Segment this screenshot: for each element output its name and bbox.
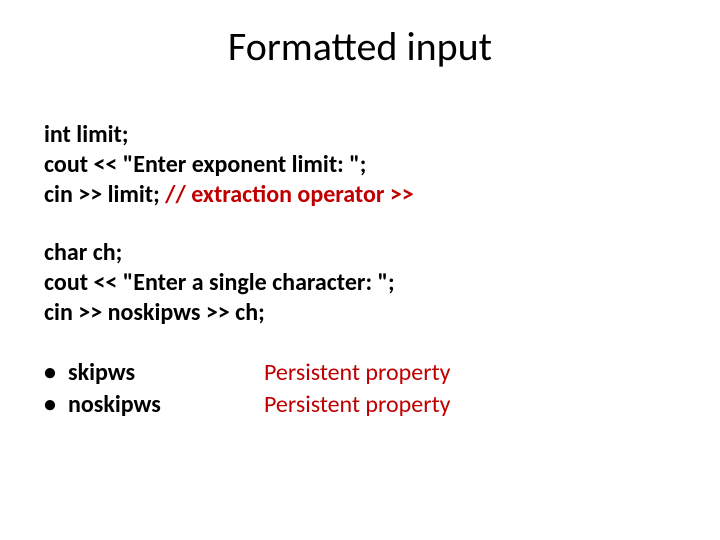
persistent-text: Persistent property [264,358,676,388]
code-line: cout << "Enter a single character: "; [44,268,676,298]
code-line: int limit; [44,120,676,150]
bullet-label: skipws [68,358,135,387]
bullet-column: skipws noskipws [44,356,264,422]
slide: Formatted input int limit; cout << "Ente… [0,0,720,540]
bullet-item-skipws: skipws [44,358,264,388]
bullet-item-noskipws: noskipws [44,390,264,420]
code-line: cin >> noskipws >> ch; [44,298,676,328]
persistent-column: Persistent property Persistent property [264,356,676,422]
code-line: char ch; [44,238,676,268]
code-comment: // extraction operator >> [165,180,414,209]
code-block-1: int limit; cout << "Enter exponent limit… [44,120,676,210]
bullet-label: noskipws [68,390,161,419]
code-line: cout << "Enter exponent limit: "; [44,150,676,180]
persistent-text: Persistent property [264,390,676,420]
slide-body: int limit; cout << "Enter exponent limit… [44,120,676,422]
slide-title: Formatted input [0,22,720,71]
code-line: cin >> limit; // extraction operator >> [44,180,676,210]
code-text: cin >> limit; [44,180,165,209]
code-block-2: char ch; cout << "Enter a single charact… [44,238,676,328]
bullet-row: skipws noskipws Persistent property Pers… [44,356,676,422]
